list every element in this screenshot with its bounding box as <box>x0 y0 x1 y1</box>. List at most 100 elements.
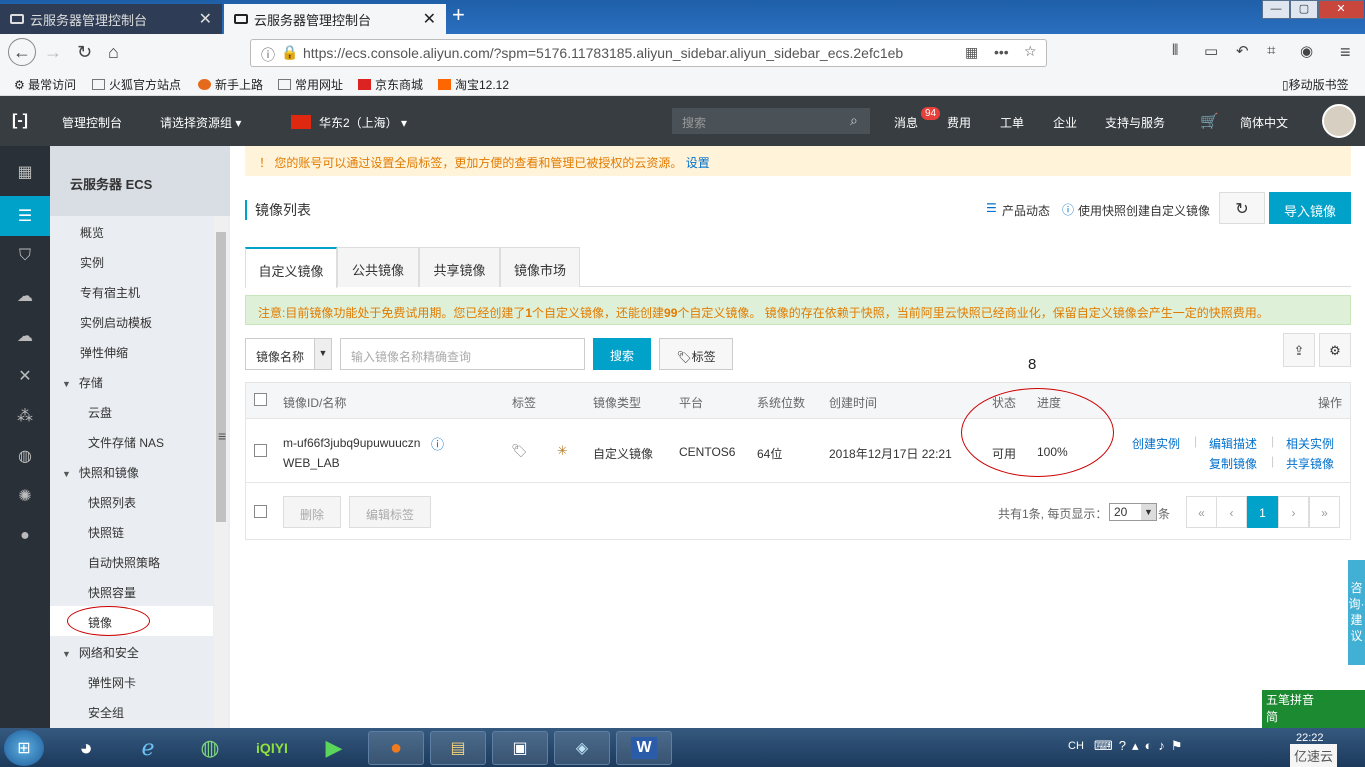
image-search-input[interactable]: 输入镜像名称精确查询 <box>340 338 585 370</box>
import-image-button[interactable]: 导入镜像 <box>1269 192 1351 224</box>
media-player-icon[interactable]: ▶ <box>306 731 362 765</box>
reload-icon[interactable]: ↻ <box>77 42 92 63</box>
tab-image-market[interactable]: 镜像市场 <box>500 247 580 287</box>
crop-icon[interactable]: ⌗ <box>1267 42 1275 59</box>
share-image-link[interactable]: 共享镜像 <box>1286 455 1334 472</box>
tray-icons[interactable]: ⌨?▴◐♪⚑ <box>1094 738 1189 754</box>
product-news-link[interactable]: 产品动态 <box>1002 202 1050 219</box>
iqiyi-icon[interactable]: iQIYI <box>244 731 300 765</box>
page-1-button[interactable]: 1 <box>1247 496 1278 528</box>
search-button[interactable]: 搜索 <box>593 338 651 370</box>
app-icon[interactable]: ◍ <box>182 731 238 765</box>
close-icon[interactable]: ✕ <box>199 9 212 29</box>
tab-shared-images[interactable]: 共享镜像 <box>419 247 500 287</box>
bookmark-item[interactable]: 常用网址 <box>278 76 343 93</box>
sidebar-item-auto-scaling[interactable]: 弹性伸缩 <box>50 336 213 366</box>
console-home-link[interactable]: 管理控制台 <box>62 114 122 131</box>
snapshot-image-help-link[interactable]: 使用快照创建自定义镜像 <box>1078 202 1210 219</box>
circle-icon[interactable]: ● <box>0 516 50 556</box>
messages-link[interactable]: 消息 <box>894 114 918 131</box>
tag-filter-button[interactable]: 🏷标签 <box>659 338 733 370</box>
mobile-bookmarks[interactable]: ▯ 移动版书签 <box>1282 76 1349 93</box>
collapse-handle-icon[interactable]: ≡ <box>218 428 226 444</box>
minimize-button[interactable]: — <box>1262 0 1290 19</box>
more-icon[interactable]: ••• <box>994 44 1009 60</box>
sidebar-item-nas[interactable]: 文件存储 NAS <box>50 426 213 456</box>
avatar[interactable] <box>1322 104 1356 138</box>
globe-icon[interactable]: ◍ <box>0 436 50 476</box>
app-icon[interactable]: ◈ <box>554 731 610 765</box>
window-close-button[interactable]: ✕ <box>1318 0 1364 19</box>
bookmark-item[interactable]: 火狐官方站点 <box>92 76 181 93</box>
menu-icon[interactable]: ≡ <box>1340 42 1351 63</box>
edit-description-link[interactable]: 编辑描述 <box>1209 435 1257 452</box>
aliyun-logo-icon[interactable]: [-] <box>12 112 28 130</box>
chevron-down-icon[interactable]: ▼ <box>1141 504 1156 520</box>
browser-tab-active[interactable]: 云服务器管理控制台 ✕ <box>224 4 446 34</box>
url-bar[interactable]: ⓘ 🔒 https://ecs.console.aliyun.com/?spm=… <box>250 39 1047 67</box>
input-language-indicator[interactable]: CH <box>1068 740 1084 752</box>
cloud-upload-icon[interactable]: ☁ <box>0 316 50 356</box>
sidebar-group-network-security[interactable]: ▼ 网络和安全 <box>50 636 213 666</box>
word-icon[interactable]: W <box>616 731 672 765</box>
sidebar-item-overview[interactable]: 概览 <box>50 216 213 246</box>
info-icon[interactable]: ⓘ <box>261 45 275 65</box>
select-all-checkbox[interactable] <box>254 505 267 518</box>
language-link[interactable]: 简体中文 <box>1240 114 1288 131</box>
sidebar-item-snapshot-list[interactable]: 快照列表 <box>50 486 213 516</box>
undo-icon[interactable]: ↶ <box>1236 42 1249 60</box>
sidebar-item-snapshot-chain[interactable]: 快照链 <box>50 516 213 546</box>
refresh-button[interactable]: ↻ <box>1219 192 1265 224</box>
shield-icon[interactable]: ⛉ <box>0 236 50 276</box>
sidebar-group-storage[interactable]: ▼ 存储 <box>50 366 213 396</box>
tag-icon[interactable]: 🏷 <box>511 443 528 459</box>
select-all-checkbox[interactable] <box>254 393 267 406</box>
sidebar-scrollbar-thumb[interactable] <box>216 232 226 522</box>
support-link[interactable]: 支持与服务 <box>1105 114 1165 131</box>
first-page-button[interactable]: « <box>1186 496 1217 528</box>
bookmark-item[interactable]: 新手上路 <box>198 76 263 93</box>
explorer-icon[interactable]: ▤ <box>430 731 486 765</box>
enterprise-link[interactable]: 企业 <box>1053 114 1077 131</box>
console-search-input[interactable]: 搜索 <box>672 108 870 134</box>
sidebar-item-auto-snapshot-policy[interactable]: 自动快照策略 <box>50 546 213 576</box>
ticket-link[interactable]: 工单 <box>1000 114 1024 131</box>
close-icon[interactable]: ✕ <box>423 9 436 29</box>
bug-icon[interactable]: ✺ <box>0 476 50 516</box>
sidebar-icon[interactable]: ▭ <box>1204 42 1218 60</box>
fees-link[interactable]: 费用 <box>947 114 971 131</box>
last-page-button[interactable]: » <box>1309 496 1340 528</box>
consult-feedback-tab[interactable]: 咨询·建议 <box>1348 560 1365 665</box>
delete-button[interactable]: 删除 <box>283 496 341 528</box>
app-icon[interactable]: ▣ <box>492 731 548 765</box>
chat-icon[interactable]: ◉ <box>1300 42 1313 60</box>
tab-public-images[interactable]: 公共镜像 <box>337 247 419 287</box>
bookmark-item[interactable]: ⚙ 最常访问 <box>14 76 76 93</box>
next-page-button[interactable]: › <box>1278 496 1309 528</box>
clock[interactable]: 22:22 <box>1296 732 1324 744</box>
sidebar-item-dedicated-hosts[interactable]: 专有宿主机 <box>50 276 213 306</box>
export-button[interactable]: ⇪ <box>1283 333 1315 367</box>
sidebar-item-security-groups[interactable]: 安全组 <box>50 696 213 726</box>
bookmark-item[interactable]: 京东商城 <box>358 76 423 93</box>
sidebar-item-launch-templates[interactable]: 实例启动模板 <box>50 306 213 336</box>
forward-icon[interactable]: → <box>44 42 62 63</box>
list-icon[interactable]: ☰ <box>0 196 50 236</box>
library-icon[interactable]: ⫴ <box>1172 42 1178 59</box>
app-icon[interactable]: ◕ <box>58 731 114 765</box>
tab-custom-images[interactable]: 自定义镜像 <box>245 247 337 288</box>
ie-icon[interactable]: ℯ <box>120 731 176 765</box>
prev-page-button[interactable]: ‹ <box>1216 496 1247 528</box>
settings-button[interactable]: ⚙ <box>1319 333 1351 367</box>
sidebar-group-snapshots-images[interactable]: ▼ 快照和镜像 <box>50 456 213 486</box>
qr-icon[interactable]: ▦ <box>961 44 979 61</box>
home-icon[interactable]: ⌂ <box>108 42 119 63</box>
cart-icon[interactable]: 🛒 <box>1200 112 1219 130</box>
back-icon[interactable]: ← <box>8 38 36 66</box>
sidebar-item-eni[interactable]: 弹性网卡 <box>50 666 213 696</box>
grid-icon[interactable]: ▦ <box>0 152 50 192</box>
cloud-icon[interactable]: ☁ <box>0 276 50 316</box>
resource-group-dropdown[interactable]: 请选择资源组 ▾ <box>160 114 241 131</box>
star-icon[interactable]: ☆ <box>1024 43 1037 60</box>
bookmark-item[interactable]: 淘宝12.12 <box>438 76 509 93</box>
